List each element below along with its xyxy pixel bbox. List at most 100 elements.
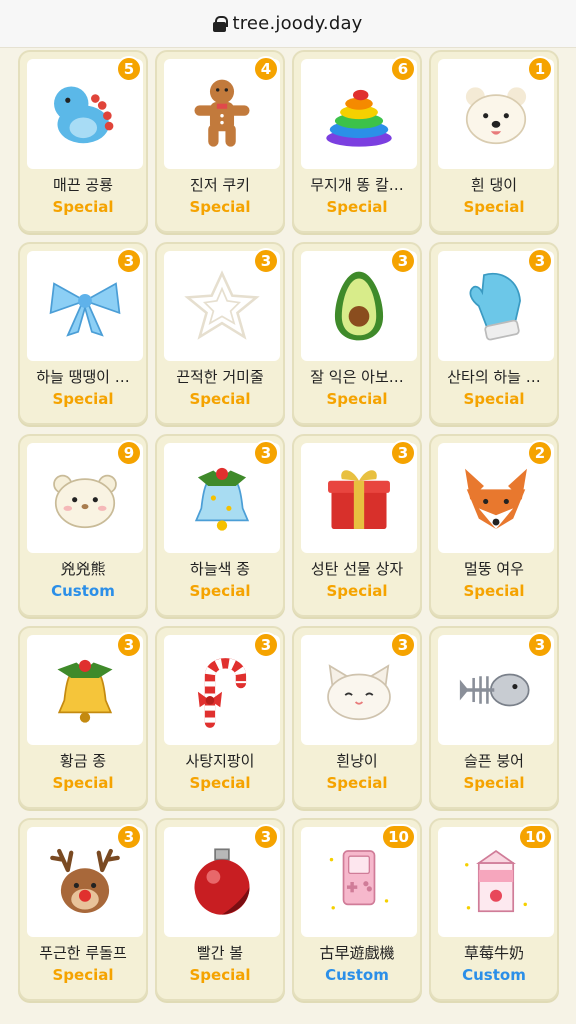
item-card[interactable]: 3 잘 익은 아보… Special (292, 242, 422, 425)
retro-game-console-icon (329, 850, 389, 910)
count-badge: 3 (116, 248, 142, 274)
bear-ornament-icon (53, 474, 117, 529)
count-badge: 6 (390, 56, 416, 82)
item-name: 멀뚱 여우 (464, 560, 524, 578)
item-card[interactable]: 5 매끈 공룡 Special (18, 50, 148, 233)
count-badge: 3 (253, 440, 279, 466)
count-badge: 3 (116, 824, 142, 850)
item-name: 하늘색 종 (190, 560, 250, 578)
item-tag: Special (326, 390, 388, 408)
item-name: 古早遊戲機 (319, 944, 395, 962)
item-tag: Special (189, 198, 251, 216)
item-card[interactable]: 9 兇兇熊 Custom (18, 434, 148, 617)
count-badge: 3 (390, 632, 416, 658)
item-card[interactable]: 2 멀뚱 여우 Special (429, 434, 559, 617)
item-tag: Special (463, 390, 525, 408)
white-puppy-icon (465, 87, 527, 145)
candy-cane-icon (197, 658, 247, 728)
item-tag: Special (189, 390, 251, 408)
item-name: 성탄 선물 상자 (310, 560, 404, 578)
white-cat-icon (327, 664, 391, 721)
reindeer-icon (50, 848, 120, 913)
item-tag: Special (463, 582, 525, 600)
item-name: 슬픈 붕어 (464, 752, 524, 770)
blue-dinosaur-icon (54, 86, 114, 144)
item-card[interactable]: 3 빨간 볼 Special (155, 818, 285, 1001)
item-card[interactable]: 10 草莓牛奶 Custom (429, 818, 559, 1001)
gingerbread-cookie-icon (194, 79, 250, 147)
item-tag: Special (189, 774, 251, 792)
item-card[interactable]: 3 끈적한 거미줄 Special (155, 242, 285, 425)
item-card[interactable]: 3 슬픈 붕어 Special (429, 626, 559, 809)
gift-box-icon (328, 470, 390, 529)
item-card[interactable]: 3 사탕지팡이 Special (155, 626, 285, 809)
item-name: 흰 댕이 (470, 176, 518, 194)
golden-bell-icon (57, 659, 113, 723)
address-bar[interactable]: tree.joody.day (0, 0, 576, 48)
strawberry-milk-icon (465, 849, 527, 913)
count-badge: 3 (527, 248, 553, 274)
fox-icon (465, 468, 527, 529)
item-name: 무지개 똥 칼… (310, 176, 404, 194)
count-badge: 3 (390, 248, 416, 274)
item-card[interactable]: 3 흰냥이 Special (292, 626, 422, 809)
item-tag: Special (326, 774, 388, 792)
count-badge: 3 (253, 632, 279, 658)
item-card[interactable]: 3 하늘 땡땡이 … Special (18, 242, 148, 425)
rainbow-poop-icon (326, 89, 392, 147)
item-name: 잘 익은 아보… (310, 368, 404, 386)
count-badge: 5 (116, 56, 142, 82)
item-tag: Special (463, 774, 525, 792)
item-tag: Custom (462, 966, 526, 984)
item-card[interactable]: 10 古早遊戲機 Custom (292, 818, 422, 1001)
sky-blue-bell-icon (194, 467, 250, 531)
count-badge: 3 (390, 440, 416, 466)
item-card[interactable]: 3 산타의 하늘 … Special (429, 242, 559, 425)
item-tag: Special (326, 198, 388, 216)
item-tag: Custom (325, 966, 389, 984)
item-card[interactable]: 3 하늘색 종 Special (155, 434, 285, 617)
item-name: 兇兇熊 (60, 560, 106, 578)
item-card[interactable]: 3 성탄 선물 상자 Special (292, 434, 422, 617)
count-badge: 4 (253, 56, 279, 82)
item-tag: Special (52, 198, 114, 216)
item-card[interactable]: 3 황금 종 Special (18, 626, 148, 809)
blue-mitten-icon (469, 272, 521, 341)
count-badge: 3 (116, 632, 142, 658)
spider-web-icon (184, 270, 260, 340)
item-name: 빨간 볼 (196, 944, 244, 962)
item-card[interactable]: 6 무지개 똥 칼… Special (292, 50, 422, 233)
item-tag: Special (189, 582, 251, 600)
item-name: 흰냥이 (336, 752, 378, 770)
item-tag: Custom (51, 582, 115, 600)
count-badge: 3 (527, 632, 553, 658)
url-text: tree.joody.day (232, 13, 363, 34)
item-name: 끈적한 거미줄 (176, 368, 264, 386)
item-name: 푸근한 루돌프 (39, 944, 127, 962)
item-tag: Special (52, 966, 114, 984)
item-name: 산타의 하늘 … (447, 368, 541, 386)
item-name: 황금 종 (59, 752, 107, 770)
lock-icon (213, 15, 229, 32)
item-name: 하늘 땡땡이 … (36, 368, 130, 386)
item-name: 草莓牛奶 (463, 944, 524, 962)
item-name: 매끈 공룡 (53, 176, 113, 194)
item-tag: Special (463, 198, 525, 216)
item-grid: 5 매끈 공룡 Special 4 진저 쿠키 Special 6 무지개 똥 … (18, 50, 559, 1001)
item-card[interactable]: 4 진저 쿠키 Special (155, 50, 285, 233)
count-badge: 9 (116, 440, 142, 466)
item-card[interactable]: 3 푸근한 루돌프 Special (18, 818, 148, 1001)
red-ornament-ball-icon (194, 848, 250, 915)
item-card[interactable]: 1 흰 댕이 Special (429, 50, 559, 233)
count-badge: 10 (381, 824, 416, 850)
fish-bone-icon (459, 673, 530, 707)
item-name: 사탕지팡이 (185, 752, 255, 770)
item-tag: Special (52, 390, 114, 408)
item-tag: Special (326, 582, 388, 600)
item-tag: Special (52, 774, 114, 792)
avocado-icon (334, 271, 384, 341)
count-badge: 10 (518, 824, 553, 850)
item-name: 진저 쿠키 (190, 176, 250, 194)
count-badge: 1 (527, 56, 553, 82)
count-badge: 3 (253, 248, 279, 274)
